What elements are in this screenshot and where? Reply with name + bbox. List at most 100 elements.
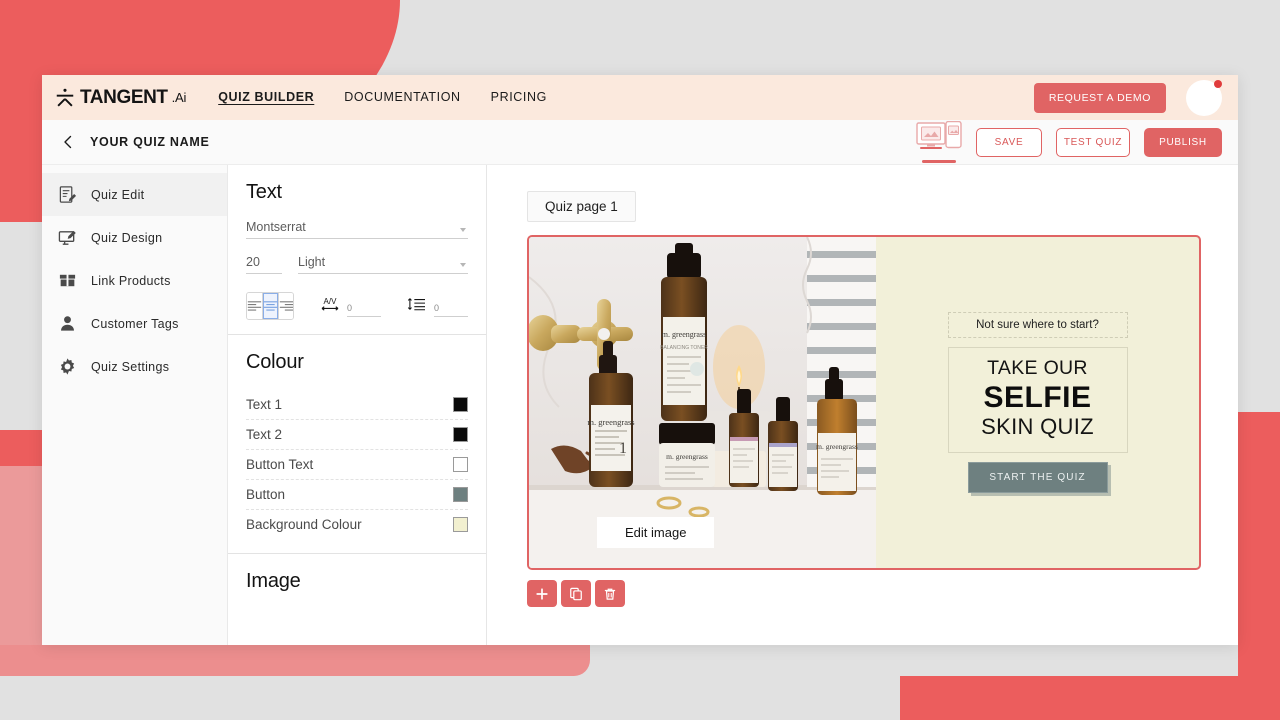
sub-header-actions: SAVE TEST QUIZ PUBLISH [916, 120, 1222, 163]
sidebar-item-label: Quiz Design [91, 230, 163, 245]
notification-dot-icon [1214, 79, 1222, 88]
decor-red-bottomright [900, 676, 1280, 720]
sidebar-item-link-products[interactable]: Link Products [42, 259, 227, 302]
design-monitor-icon [58, 228, 77, 247]
colour-label: Button Text [246, 457, 314, 472]
image-section: Image [228, 554, 486, 607]
colour-section: Colour Text 1 Text 2 Button Text Button … [228, 335, 486, 554]
sidebar-item-label: Quiz Settings [91, 359, 170, 374]
decor-bottom-gray [0, 676, 900, 720]
sidebar-item-quiz-design[interactable]: Quiz Design [42, 216, 227, 259]
line-height-input[interactable]: 0 [434, 303, 468, 317]
decor-red-left-strip [0, 430, 42, 466]
text-alignment-group [246, 292, 294, 320]
colour-row-background[interactable]: Background Colour [246, 510, 468, 539]
avatar[interactable] [1186, 79, 1222, 116]
edit-note-icon [58, 185, 77, 204]
quiz-content: Not sure where to start? TAKE OUR SELFIE… [876, 237, 1199, 568]
align-center-button[interactable] [263, 293, 279, 319]
align-left-button[interactable] [247, 293, 263, 319]
svg-text:m. greengrass: m. greengrass [587, 417, 634, 427]
nav-link-pricing[interactable]: PRICING [491, 90, 547, 105]
align-right-button[interactable] [279, 293, 293, 319]
nav-link-quiz-builder[interactable]: QUIZ BUILDER [218, 90, 314, 105]
quiz-subheading[interactable]: Not sure where to start? [947, 312, 1128, 339]
save-button[interactable]: SAVE [976, 127, 1042, 157]
quiz-page-tab[interactable]: Quiz page 1 [527, 191, 636, 222]
publish-button[interactable]: PUBLISH [1144, 127, 1222, 157]
font-size-input[interactable]: 20 [246, 255, 282, 274]
font-weight-select[interactable]: Light [298, 255, 468, 274]
headline-line-3: SKIN QUIZ [981, 414, 1094, 440]
block-actions [527, 580, 1238, 607]
quiz-canvas: Quiz page 1 m. greengrass 1 m. greengras… [487, 165, 1238, 645]
quiz-headline[interactable]: TAKE OUR SELFIE SKIN QUIZ [947, 347, 1128, 453]
duplicate-block-button[interactable] [561, 580, 591, 607]
text-controls-row: A/V 0 0 [246, 292, 468, 320]
colour-label: Text 1 [246, 397, 283, 412]
colour-row-text-1[interactable]: Text 1 [246, 390, 468, 420]
headline-line-2: SELFIE [983, 380, 1092, 414]
colour-section-title: Colour [246, 351, 304, 373]
colour-row-text-2[interactable]: Text 2 [246, 420, 468, 450]
headline-line-1: TAKE OUR [987, 357, 1088, 380]
line-height-control: 0 [407, 296, 468, 317]
text-section-title: Text [246, 181, 282, 203]
gear-icon [58, 357, 77, 376]
colour-row-button-text[interactable]: Button Text [246, 450, 468, 480]
sub-header-bar: YOUR QUIZ NAME SAVE TEST QUIZ PUBLISH [42, 120, 1238, 165]
person-icon [58, 314, 77, 333]
colour-label: Button [246, 487, 286, 502]
colour-label: Background Colour [246, 517, 362, 532]
sidebar-item-label: Quiz Edit [91, 187, 145, 202]
nav-right-group: REQUEST A DEMO [1033, 79, 1238, 116]
svg-text:1: 1 [619, 440, 627, 457]
font-weight-value: Light [298, 255, 326, 269]
test-quiz-button[interactable]: TEST QUIZ [1056, 127, 1130, 157]
quiz-image[interactable]: m. greengrass 1 m. greengrass BALANCING … [529, 237, 876, 568]
products-box-icon [58, 271, 77, 290]
properties-panel: Text Montserrat 20 Light A/V 0 0 Colour … [228, 165, 487, 645]
svg-text:m. greengrass: m. greengrass [666, 452, 708, 461]
sidebar-item-quiz-settings[interactable]: Quiz Settings [42, 345, 227, 388]
line-height-icon [407, 296, 427, 317]
top-navigation-bar: TANGENT .Ai QUIZ BUILDER DOCUMENTATION P… [42, 75, 1238, 120]
desktop-mobile-preview-icon[interactable] [916, 120, 962, 163]
nav-link-documentation[interactable]: DOCUMENTATION [344, 90, 460, 105]
chevron-down-icon [460, 228, 466, 232]
colour-swatch[interactable] [453, 517, 468, 532]
screen: TANGENT .Ai QUIZ BUILDER DOCUMENTATION P… [0, 0, 1280, 720]
colour-label: Text 2 [246, 427, 283, 442]
decor-red-right [1238, 412, 1280, 720]
chevron-left-icon[interactable] [60, 134, 76, 150]
decor-pink-bottom [0, 645, 590, 676]
app-body: Quiz Edit Quiz Design Link Products Cust… [42, 165, 1238, 645]
brand-logo[interactable]: TANGENT .Ai [54, 87, 186, 109]
nav-links: QUIZ BUILDER DOCUMENTATION PRICING [218, 90, 547, 105]
sidebar: Quiz Edit Quiz Design Link Products Cust… [42, 165, 228, 645]
svg-text:m. greengrass: m. greengrass [816, 442, 858, 451]
quiz-block[interactable]: m. greengrass 1 m. greengrass BALANCING … [527, 235, 1201, 570]
colour-swatch[interactable] [453, 487, 468, 502]
add-block-button[interactable] [527, 580, 557, 607]
font-family-select[interactable]: Montserrat [246, 220, 468, 239]
edit-image-button[interactable]: Edit image [597, 517, 715, 548]
sidebar-item-quiz-edit[interactable]: Quiz Edit [42, 173, 227, 216]
svg-text:A/V: A/V [324, 297, 338, 306]
colour-swatch[interactable] [453, 457, 468, 472]
start-quiz-button[interactable]: START THE QUIZ [967, 461, 1108, 493]
letter-spacing-icon: A/V [320, 296, 340, 317]
font-family-value: Montserrat [246, 220, 306, 234]
brand-suffix: .Ai [171, 90, 187, 105]
sidebar-item-customer-tags[interactable]: Customer Tags [42, 302, 227, 345]
letter-spacing-input[interactable]: 0 [347, 303, 381, 317]
sidebar-item-label: Customer Tags [91, 316, 179, 331]
svg-text:BALANCING TONER: BALANCING TONER [660, 345, 708, 351]
colour-row-button[interactable]: Button [246, 480, 468, 510]
delete-block-button[interactable] [595, 580, 625, 607]
colour-swatch[interactable] [453, 427, 468, 442]
chevron-down-icon [460, 263, 466, 267]
colour-swatch[interactable] [453, 397, 468, 412]
app-window: TANGENT .Ai QUIZ BUILDER DOCUMENTATION P… [42, 75, 1238, 645]
request-demo-button[interactable]: REQUEST A DEMO [1033, 82, 1166, 113]
